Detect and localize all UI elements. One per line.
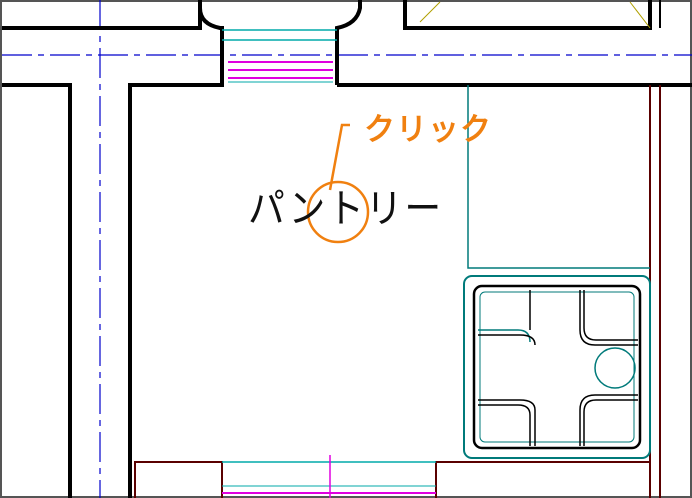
right-cabinet-wall — [649, 85, 661, 498]
viewport-frame — [0, 0, 692, 498]
room-label[interactable]: パントリー — [248, 176, 443, 234]
upper-room-hatch — [419, 1, 651, 29]
bottom-window — [222, 455, 436, 498]
stove-icon — [463, 275, 651, 459]
counter-outline — [467, 85, 650, 269]
click-callout: クリック — [364, 112, 492, 148]
bottom-left-cabinet — [134, 461, 223, 498]
bottom-right-cabinet — [435, 461, 650, 498]
left-wall — [2, 0, 224, 498]
wall-pier-left — [198, 0, 224, 85]
cad-drawing-canvas[interactable] — [0, 0, 692, 498]
upper-room-wall — [403, 0, 652, 30]
top-window — [222, 29, 337, 83]
